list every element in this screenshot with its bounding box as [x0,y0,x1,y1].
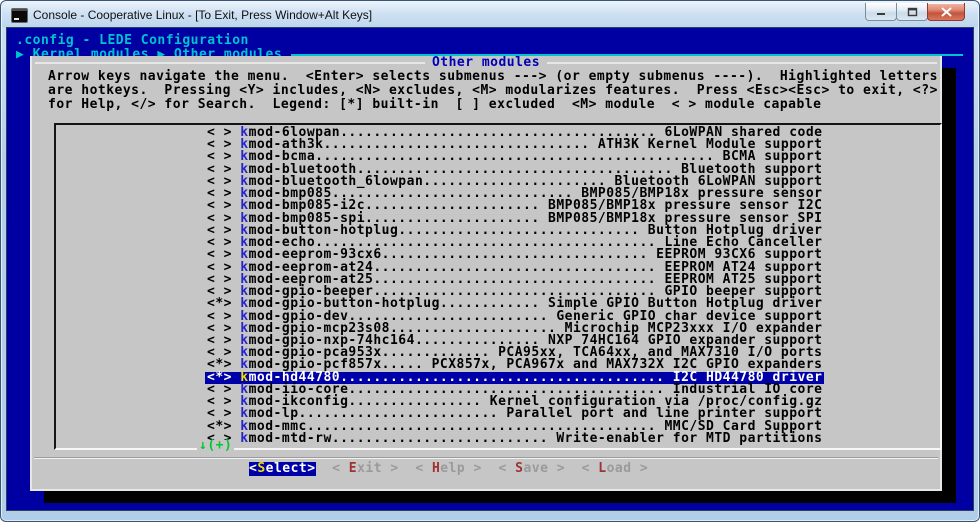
close-button[interactable] [927,3,965,21]
save-button[interactable]: < Save > [498,462,565,476]
button-hotkey-letter: H [431,461,441,476]
title-rule-left [35,61,425,64]
load-button[interactable]: < Load > [582,462,649,476]
dialog-buttons: <Select> < Exit > < Help > < Save > < Load > [249,462,648,476]
button-hotkey-letter: L [598,461,607,476]
instructions-line: for Help, </> for Search. Legend: [*] bu… [48,97,822,112]
minimize-icon [877,13,885,15]
maximize-button[interactable] [896,3,928,21]
window-controls [865,3,965,21]
button-hotkey-letter: E [348,461,358,476]
select-button[interactable]: <Select> [249,462,316,476]
dialog-title-row: Other modules [32,56,940,69]
dialog-title: Other modules [431,55,541,70]
close-icon [941,7,951,16]
module-list[interactable]: < > kmod-6lowpan........................… [54,123,942,450]
button-separator [34,457,938,459]
instructions-line: Arrow keys navigate the menu. <Enter> se… [48,69,938,84]
exit-button[interactable]: < Exit > [332,462,399,476]
window-title: Console - Cooperative Linux - [To Exit, … [33,8,373,22]
button-hotkey-letter: S [515,461,524,476]
scroll-more-indicator: ↓(+) [197,438,235,453]
maximize-icon [907,7,917,16]
item-hotkey-letter: k [240,430,249,446]
titlebar[interactable]: Console - Cooperative Linux - [To Exit, … [2,2,978,27]
console-app-icon [11,8,28,23]
console-window: Console - Cooperative Linux - [To Exit, … [0,0,980,522]
dialog-instructions: Arrow keys navigate the menu. <Enter> se… [48,70,940,112]
list-item-kmod-mtd-rw[interactable]: < > kmod-mtd-rw.........................… [207,430,822,446]
console-client[interactable]: .config - LEDE Configuration ▶ Kernel mo… [6,27,974,511]
help-button[interactable]: < Help > [415,462,482,476]
button-hotkey-letter: S [257,461,266,476]
minimize-button[interactable] [865,3,897,21]
instructions-line: are hotkeys. Pressing <Y> includes, <N> … [48,83,938,98]
title-rule-right [547,61,937,64]
config-backtitle: .config - LEDE Configuration [16,33,249,48]
dialog-other-modules: Other modules Arrow keys navigate the me… [30,56,942,491]
